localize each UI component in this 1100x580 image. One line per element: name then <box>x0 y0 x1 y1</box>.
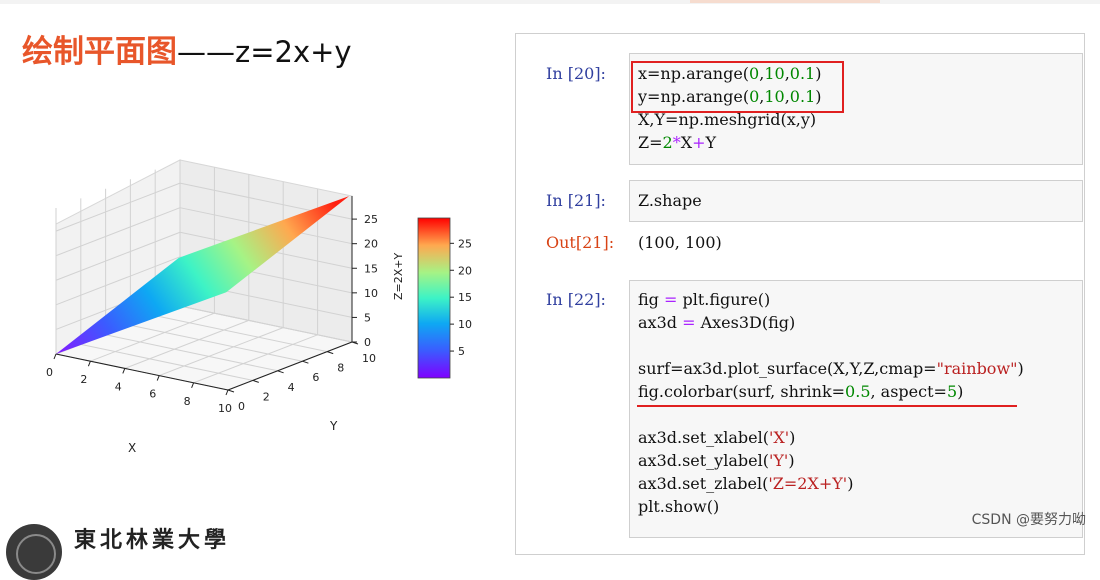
z-tick-label-0: 0 <box>364 336 371 349</box>
x-tick-4 <box>191 382 195 388</box>
school-seal-ring-icon <box>16 534 56 574</box>
colorbar-tick-label-0: 5 <box>458 345 465 358</box>
colorbar-ticks: 5 10 15 20 25 <box>450 237 472 358</box>
x-tick-3 <box>156 375 160 381</box>
slide-title-cn: 绘制平面图 <box>22 34 177 70</box>
y-tick-label-2: 4 <box>288 381 295 394</box>
school-name: 東北林業大學 <box>74 527 231 553</box>
x-tick-label-5: 10 <box>218 402 232 415</box>
cell-prompt-20: In [20]: <box>546 64 606 83</box>
x-tick-label-1: 2 <box>80 373 87 386</box>
slide-title-sep: —— <box>177 35 235 69</box>
z-tick-label-5: 25 <box>364 213 378 226</box>
y-tick-label-3: 6 <box>312 371 319 384</box>
y-tick-label-5: 10 <box>362 352 376 365</box>
colorbar-tick-label-3: 20 <box>458 264 472 277</box>
x-tick-5 <box>225 389 229 396</box>
x-tick-0 <box>53 353 57 360</box>
y-tick-3 <box>302 360 309 364</box>
slide-title-equation: z=2x+y <box>235 35 352 69</box>
y-tick-1 <box>252 379 259 383</box>
z-axis-label: Z=2X+Y <box>392 252 405 300</box>
y-tick-0 <box>227 389 235 393</box>
x-axis-label: X <box>128 441 136 455</box>
x-tick-2 <box>122 368 126 374</box>
surface-plot-3d: 0 2 4 6 8 10 0 2 4 6 8 10 0 5 10 15 20 25 X Y Z=2X+Y 5 10 1… <box>46 159 472 455</box>
y-tick-2 <box>277 370 284 374</box>
y-tick-4 <box>327 351 334 355</box>
underline-colorbar-line <box>637 405 1017 407</box>
slide-top-accent <box>690 0 880 3</box>
x-tick-1 <box>87 361 91 367</box>
colorbar <box>417 217 451 379</box>
z-tick-label-1: 5 <box>364 311 371 324</box>
cell-prompt-21: In [21]: <box>546 191 606 210</box>
cell-prompt-22: In [22]: <box>546 290 606 309</box>
z-tick-label-2: 10 <box>364 287 378 300</box>
output-prompt-21: Out[21]: <box>546 233 615 252</box>
csdn-watermark: CSDN @要努力呦 <box>971 512 1086 528</box>
slide-top-bar <box>0 0 1100 4</box>
z-tick-label-4: 20 <box>364 238 378 251</box>
highlight-box-arange <box>631 61 844 113</box>
x-tick-label-4: 8 <box>184 395 191 408</box>
y-tick-label-0: 0 <box>238 400 245 413</box>
x-tick-label-2: 4 <box>115 380 122 393</box>
x-tick-label-0: 0 <box>46 366 53 379</box>
colorbar-tick-label-4: 25 <box>458 237 472 250</box>
output-21-value: (100, 100) <box>638 233 722 252</box>
y-tick-label-1: 2 <box>263 390 270 403</box>
y-axis-label: Y <box>329 419 338 433</box>
colorbar-tick-label-1: 10 <box>458 318 472 331</box>
school-logo-area: 東北林業大學 <box>0 516 240 580</box>
slide-title: 绘制平面图——z=2x+y <box>22 26 352 70</box>
z-tick-label-3: 15 <box>364 262 378 275</box>
y-tick-label-4: 8 <box>337 362 344 375</box>
x-tick-label-3: 6 <box>149 388 156 401</box>
code-cell-21-source[interactable]: Z.shape <box>638 189 702 212</box>
code-cell-22-source[interactable]: fig = plt.figure() ax3d = Axes3D(fig) su… <box>638 288 1024 518</box>
colorbar-tick-label-2: 15 <box>458 291 472 304</box>
